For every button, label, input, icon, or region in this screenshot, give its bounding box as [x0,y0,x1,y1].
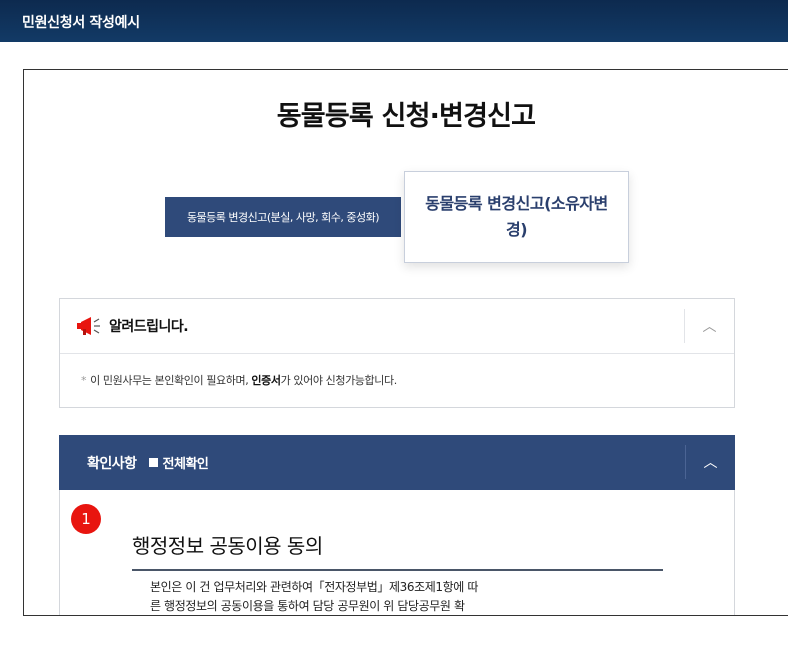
window-title: 민원신청서 작성예시 [22,15,140,31]
notice-text-after: 가 있어야 신청가능합니다. [280,374,398,387]
window-title-bar: 민원신청서 작성예시 [0,0,788,42]
megaphone-icon [77,317,100,335]
notice-bullet: * [81,374,87,387]
notice-text-bold: 인증서 [251,374,281,387]
tab-label: 동물등록 변경신고(소유자변경) [425,194,608,239]
notice-collapse-button[interactable]: ︿ [684,309,734,343]
confirm-title: 확인사항 [87,455,137,472]
check-all-checkbox[interactable]: 전체확인 [148,453,209,472]
confirm-header: 확인사항 전체확인 ︿ [59,435,735,490]
tab-change-report-owner[interactable]: 동물등록 변경신고(소유자변경) [404,171,629,263]
notice-text-before: 이 민원사무는 본인확인이 필요하며, [90,374,252,387]
chevron-up-icon: ︿ [703,455,718,471]
notice-header: 알려드립니다. ︿ [60,299,734,354]
check-all-label: 전체확인 [162,457,209,472]
item-text: 본인은 이 건 업무처리와 관련하여「전자정부법」제36조제1항에 따 른 행정… [150,578,570,615]
tab-label: 동물등록 변경신고(분실, 사망, 회수, 중성화) [186,211,380,224]
notice-panel: 알려드립니다. ︿ * 이 민원사무는 본인확인이 필요하며, 인증서가 있어야 … [59,298,735,408]
confirm-collapse-button[interactable]: ︿ [685,445,735,479]
notice-title: 알려드립니다. [109,319,189,335]
item-text-line: 본인은 이 건 업무처리와 관련하여「전자정부법」제36조제1항에 따 [150,580,478,594]
chevron-up-icon: ︿ [702,319,717,335]
item-number-badge: 1 [71,504,101,534]
page-title: 동물등록 신청·변경신고 [276,101,536,132]
tab-change-report-loss[interactable]: 동물등록 변경신고(분실, 사망, 회수, 중성화) [165,197,401,237]
item-title: 행정정보 공동이용 동의 [132,530,663,571]
item-text-line: 른 행정정보의 공동이용을 통하여 담당 공무원이 위 담당공무원 확 [150,599,465,613]
content-frame: 동물등록 신청·변경신고 동물등록 변경신고(분실, 사망, 회수, 중성화) … [23,69,788,616]
confirm-body: 1 행정정보 공동이용 동의 본인은 이 건 업무처리와 관련하여「전자정부법」… [59,490,735,615]
checkbox-icon [148,458,158,467]
notice-body: * 이 민원사무는 본인확인이 필요하며, 인증서가 있어야 신청가능합니다. [60,354,734,388]
